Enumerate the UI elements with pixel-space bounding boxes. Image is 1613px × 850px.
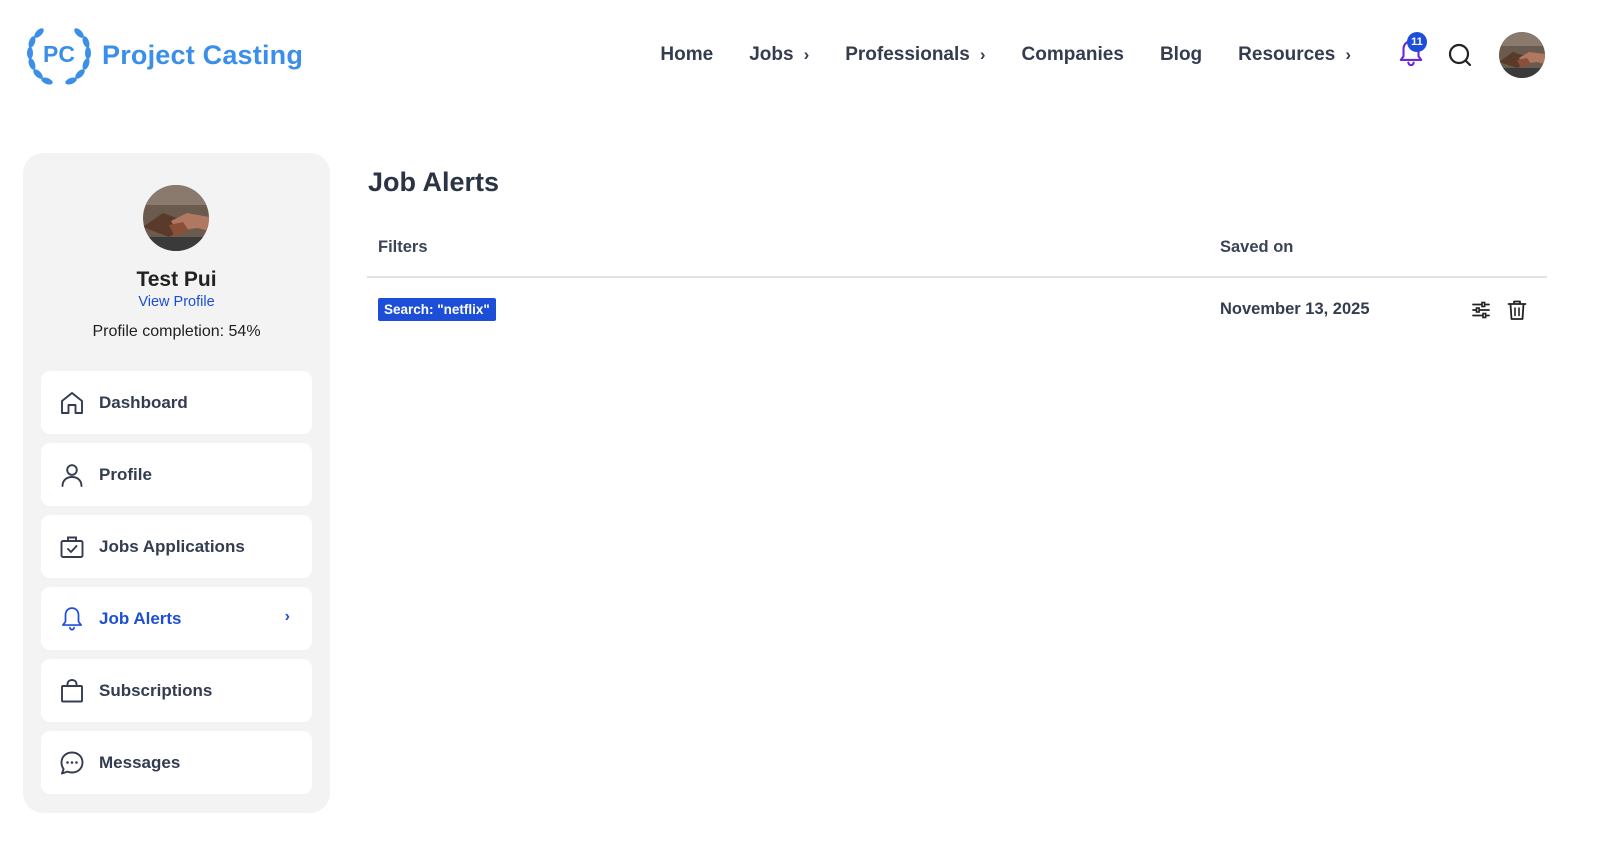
filter-tag[interactable]: Search: "netflix" xyxy=(378,298,496,321)
nav-companies[interactable]: Companies xyxy=(1022,44,1124,66)
site-header: PC Project Casting Home Jobs › Profession… xyxy=(0,0,1613,110)
chevron-right-icon: › xyxy=(284,608,290,625)
sidebar-item-jobs-applications[interactable]: Jobs Applications xyxy=(41,515,312,578)
profile-avatar[interactable] xyxy=(143,185,209,251)
table-divider xyxy=(367,276,1547,278)
notification-count-badge: 11 xyxy=(1407,32,1427,52)
user-avatar-button[interactable] xyxy=(1499,32,1545,78)
sidebar-item-label: Dashboard xyxy=(99,392,188,412)
nav-blog-label: Blog xyxy=(1159,44,1203,65)
briefcase-check-icon xyxy=(59,534,85,560)
handshake-avatar-icon xyxy=(1499,32,1545,78)
sidebar-item-label: Job Alerts xyxy=(99,608,182,628)
sidebar-item-subscriptions[interactable]: Subscriptions xyxy=(41,659,312,722)
nav-blog[interactable]: Blog xyxy=(1160,44,1202,66)
sidebar-item-job-alerts[interactable]: Job Alerts › xyxy=(41,587,312,650)
chat-bubble-icon xyxy=(59,750,85,776)
trash-icon xyxy=(1507,300,1527,320)
handshake-avatar-icon xyxy=(143,185,209,251)
laurel-logo-icon: PC xyxy=(24,20,94,90)
search-icon xyxy=(1448,43,1472,67)
chevron-right-icon: › xyxy=(1345,45,1351,64)
sliders-icon xyxy=(1472,301,1490,319)
shopping-bag-icon xyxy=(59,678,85,704)
main-nav: Home Jobs › Professionals › Companies Blog… xyxy=(660,38,1351,72)
account-sidebar: Test Pui View Profile Profile completion… xyxy=(23,153,330,813)
profile-completion: Profile completion: 54% xyxy=(92,323,261,340)
nav-jobs[interactable]: Jobs › xyxy=(749,44,809,66)
edit-alert-button[interactable] xyxy=(1471,300,1491,320)
page-title: Job Alerts xyxy=(368,167,500,197)
sidebar-menu: Dashboard Profile Jobs Applications Job … xyxy=(41,371,312,803)
nav-professionals[interactable]: Professionals › xyxy=(845,44,985,66)
profile-name: Test Pui xyxy=(136,268,217,291)
search-button[interactable] xyxy=(1447,42,1473,68)
sidebar-item-messages[interactable]: Messages xyxy=(41,731,312,794)
delete-alert-button[interactable] xyxy=(1506,299,1528,321)
nav-home-label: Home xyxy=(660,44,714,65)
nav-professionals-label: Professionals xyxy=(845,44,970,65)
column-header-filters: Filters xyxy=(378,238,428,256)
sidebar-item-label: Messages xyxy=(99,752,181,772)
home-icon xyxy=(59,390,85,416)
brand-logo[interactable]: PC Project Casting xyxy=(24,20,303,90)
view-profile-link[interactable]: View Profile xyxy=(23,294,330,310)
sidebar-item-label: Profile xyxy=(99,464,152,484)
nav-resources[interactable]: Resources › xyxy=(1238,44,1351,66)
column-header-saved-on: Saved on xyxy=(1220,238,1294,256)
svg-text:PC: PC xyxy=(43,41,75,67)
sidebar-item-dashboard[interactable]: Dashboard xyxy=(41,371,312,434)
nav-companies-label: Companies xyxy=(1021,44,1124,65)
chevron-right-icon: › xyxy=(803,45,810,64)
saved-on-date: November 13, 2025 xyxy=(1220,300,1370,318)
bell-icon xyxy=(59,606,85,632)
nav-resources-label: Resources xyxy=(1238,44,1336,65)
nav-home[interactable]: Home xyxy=(660,44,713,66)
nav-jobs-label: Jobs xyxy=(749,44,794,65)
sidebar-item-profile[interactable]: Profile xyxy=(41,443,312,506)
brand-name: Project Casting xyxy=(102,39,304,70)
user-icon xyxy=(59,462,85,488)
chevron-right-icon: › xyxy=(979,45,986,64)
table-row: Search: "netflix" November 13, 2025 xyxy=(367,293,1547,327)
sidebar-item-label: Jobs Applications xyxy=(99,536,245,556)
sidebar-item-label: Subscriptions xyxy=(99,680,213,700)
